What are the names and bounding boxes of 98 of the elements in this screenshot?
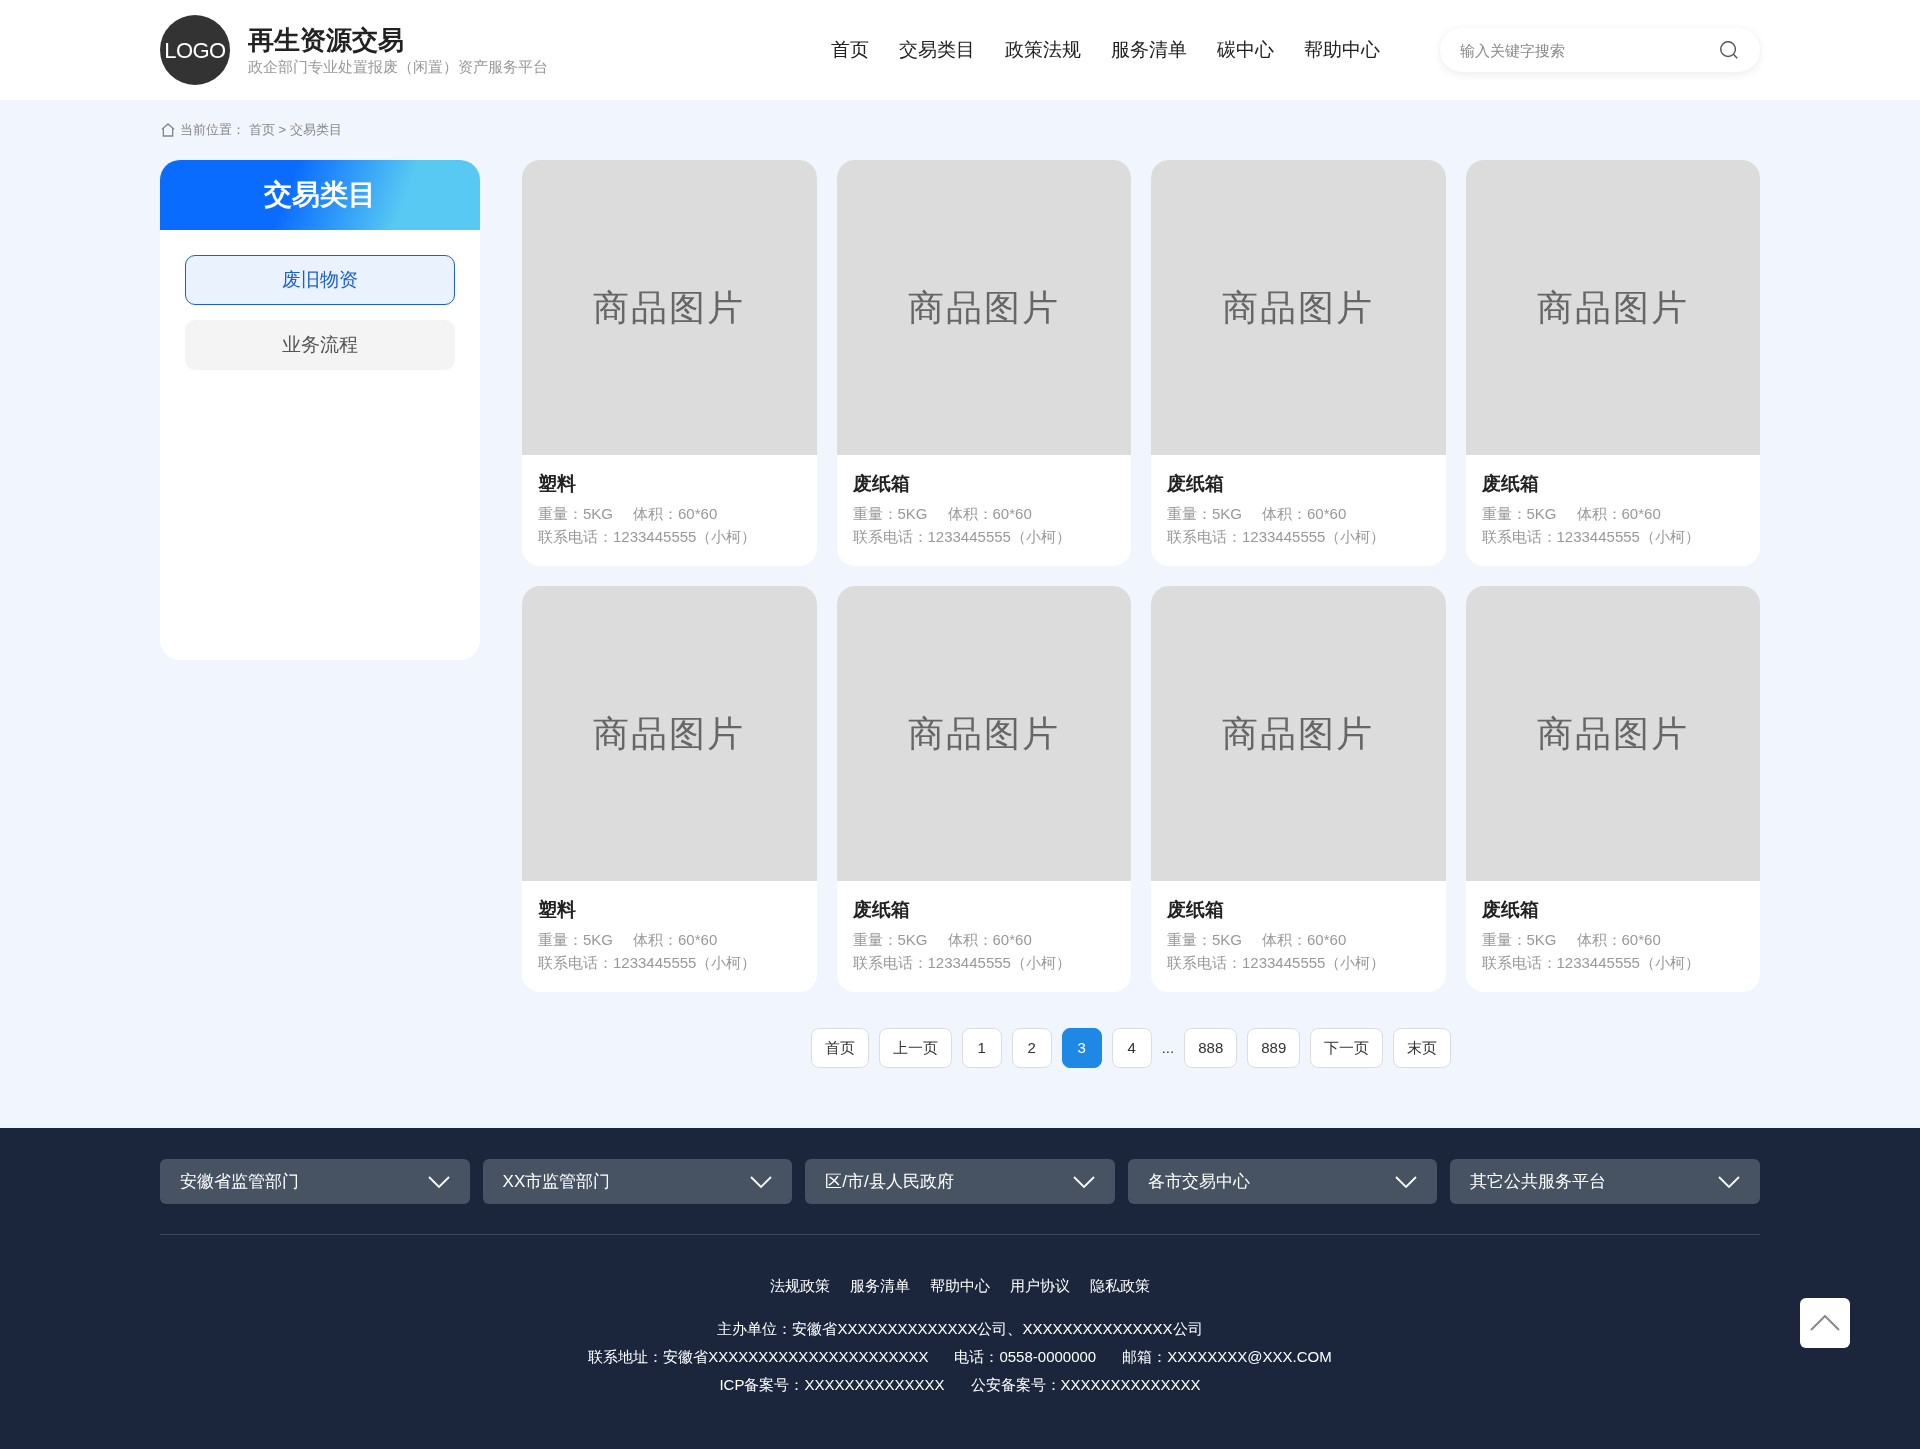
nav-link[interactable]: 帮助中心: [1304, 35, 1380, 65]
nav-link[interactable]: 交易类目: [899, 35, 975, 65]
product-contact: 联系电话：1233445555（小柯）: [1481, 527, 1701, 547]
product-contact: 联系电话：1233445555（小柯）: [1167, 953, 1387, 973]
product-contact: 联系电话：1233445555（小柯）: [538, 527, 758, 547]
chevron-down-icon: [1395, 1175, 1418, 1188]
image-placeholder-label: 商品图片: [593, 285, 746, 330]
product-card[interactable]: 商品图片 废纸箱 重量：5KG 体积：60*60 联系电话：1233445555（小柯）: [836, 160, 1131, 566]
product-weight: 重量：5KG: [1167, 930, 1242, 950]
chevron-down-icon: [1718, 1175, 1740, 1188]
chevron-up-icon: [1810, 1315, 1840, 1331]
product-name: 塑料: [538, 898, 577, 922]
footer-link[interactable]: 帮助中心: [930, 1275, 990, 1298]
page-button[interactable]: 888: [1184, 1028, 1238, 1068]
product-weight: 重量：5KG: [1167, 504, 1242, 524]
footer-dropdown[interactable]: 安徽省监管部门: [160, 1159, 470, 1204]
nav-link[interactable]: 政策法规: [1005, 35, 1081, 65]
footer-link[interactable]: 法规政策: [770, 1275, 830, 1298]
product-weight: 重量：5KG: [538, 504, 613, 524]
sidebar-item[interactable]: 废旧物资: [185, 255, 455, 305]
page-button[interactable]: 1: [961, 1028, 1002, 1068]
page-button[interactable]: 上一页: [878, 1028, 952, 1068]
product-name: 塑料: [538, 472, 577, 496]
product-card[interactable]: 商品图片 塑料 重量：5KG 体积：60*60 联系电话：1233445555（小柯）: [522, 586, 817, 992]
product-volume: 体积：60*60: [1576, 504, 1661, 524]
product-card[interactable]: 商品图片 塑料 重量：5KG 体积：60*60 联系电话：1233445555（小柯）: [522, 160, 817, 566]
logo[interactable]: LOGO: [160, 15, 230, 85]
product-name: 废纸箱: [1167, 472, 1225, 496]
product-contact: 联系电话：1233445555（小柯）: [1481, 953, 1701, 973]
search-field[interactable]: 输入关键字搜索: [1440, 28, 1760, 72]
site-subtitle: 政企部门专业处置报废（闲置）资产服务平台: [248, 57, 548, 77]
product-volume: 体积：60*60: [1576, 930, 1661, 950]
footer-link[interactable]: 隐私政策: [1090, 1275, 1150, 1298]
product-card[interactable]: 商品图片 废纸箱 重量：5KG 体积：60*60 联系电话：1233445555（小柯）: [1465, 586, 1760, 992]
home-icon: [160, 122, 176, 138]
site-title: 再生资源交易: [248, 24, 405, 57]
footer-info: 主办单位：安徽省XXXXXXXXXXXXXX公司、XXXXXXXXXXXXXXX公司: [717, 1318, 1203, 1339]
page-button[interactable]: 首页: [810, 1028, 869, 1068]
page-button[interactable]: 3: [1061, 1028, 1102, 1068]
pagination-ellipsis: ...: [1161, 1037, 1175, 1058]
footer-info: ICP备案号：XXXXXXXXXXXXXX: [719, 1374, 945, 1395]
product-weight: 重量：5KG: [1481, 504, 1557, 524]
product-weight: 重量：5KG: [852, 930, 928, 950]
page-button[interactable]: 末页: [1393, 1028, 1452, 1068]
product-weight: 重量：5KG: [1481, 930, 1557, 950]
product-card[interactable]: 商品图片 废纸箱 重量：5KG 体积：60*60 联系电话：1233445555（小柯）: [1151, 586, 1446, 992]
product-card[interactable]: 商品图片 废纸箱 重量：5KG 体积：60*60 联系电话：1233445555（小柯）: [1151, 160, 1446, 566]
image-placeholder-label: 商品图片: [1222, 285, 1375, 330]
product-card[interactable]: 商品图片 废纸箱 重量：5KG 体积：60*60 联系电话：1233445555（小柯）: [836, 586, 1131, 992]
product-volume: 体积：60*60: [947, 504, 1032, 524]
product-weight: 重量：5KG: [538, 930, 613, 950]
image-placeholder-label: 商品图片: [907, 711, 1060, 756]
image-placeholder-label: 商品图片: [1536, 711, 1689, 756]
page-button[interactable]: 下一页: [1310, 1028, 1384, 1068]
footer-dropdown[interactable]: 各市交易中心: [1127, 1159, 1438, 1204]
nav-link[interactable]: 服务清单: [1111, 35, 1187, 65]
chevron-down-icon: [1072, 1175, 1095, 1188]
product-volume: 体积：60*60: [947, 930, 1032, 950]
footer-dropdown[interactable]: XX市监管部门: [482, 1159, 793, 1204]
breadcrumb-label: 当前位置：: [180, 121, 245, 140]
image-placeholder-label: 商品图片: [593, 711, 746, 756]
product-contact: 联系电话：1233445555（小柯）: [852, 953, 1072, 973]
product-name: 废纸箱: [1481, 472, 1540, 496]
product-volume: 体积：60*60: [633, 504, 718, 524]
image-placeholder-label: 商品图片: [1222, 711, 1375, 756]
product-volume: 体积：60*60: [1262, 504, 1347, 524]
product-volume: 体积：60*60: [633, 930, 718, 950]
sidebar-title: 交易类目: [160, 160, 480, 230]
footer-info: 邮箱：XXXXXXXX@XXX.COM: [1122, 1346, 1332, 1367]
product-name: 废纸箱: [1481, 898, 1540, 922]
product-contact: 联系电话：1233445555（小柯）: [852, 527, 1072, 547]
image-placeholder-label: 商品图片: [907, 285, 1060, 330]
sidebar-item[interactable]: 业务流程: [185, 320, 455, 370]
nav-link[interactable]: 首页: [831, 35, 869, 65]
back-to-top-button[interactable]: [1800, 1298, 1850, 1348]
page-button[interactable]: 889: [1247, 1028, 1301, 1068]
page-button[interactable]: 2: [1011, 1028, 1052, 1068]
footer-info: 联系地址：安徽省XXXXXXXXXXXXXXXXXXXXXX: [588, 1346, 929, 1367]
chevron-down-icon: [750, 1175, 773, 1188]
footer-info: 电话：0558-0000000: [954, 1346, 1097, 1367]
product-volume: 体积：60*60: [1262, 930, 1347, 950]
product-card[interactable]: 商品图片 废纸箱 重量：5KG 体积：60*60 联系电话：1233445555（小柯）: [1465, 160, 1760, 566]
product-weight: 重量：5KG: [852, 504, 928, 524]
footer-dropdown[interactable]: 区/市/县人民政府: [805, 1159, 1115, 1204]
product-name: 废纸箱: [852, 472, 911, 496]
footer-dropdown[interactable]: 其它公共服务平台: [1450, 1159, 1760, 1204]
page-button[interactable]: 4: [1111, 1028, 1152, 1068]
footer-link[interactable]: 用户协议: [1010, 1275, 1070, 1298]
search-icon[interactable]: [1718, 39, 1740, 61]
footer-info: 公安备案号：XXXXXXXXXXXXXX: [970, 1374, 1201, 1395]
product-name: 废纸箱: [852, 898, 911, 922]
footer-link[interactable]: 服务清单: [850, 1275, 910, 1298]
nav-link[interactable]: 碳中心: [1217, 35, 1274, 65]
image-placeholder-label: 商品图片: [1536, 285, 1689, 330]
product-contact: 联系电话：1233445555（小柯）: [538, 953, 758, 973]
product-name: 废纸箱: [1167, 898, 1225, 922]
chevron-down-icon: [427, 1175, 450, 1188]
product-contact: 联系电话：1233445555（小柯）: [1167, 527, 1387, 547]
